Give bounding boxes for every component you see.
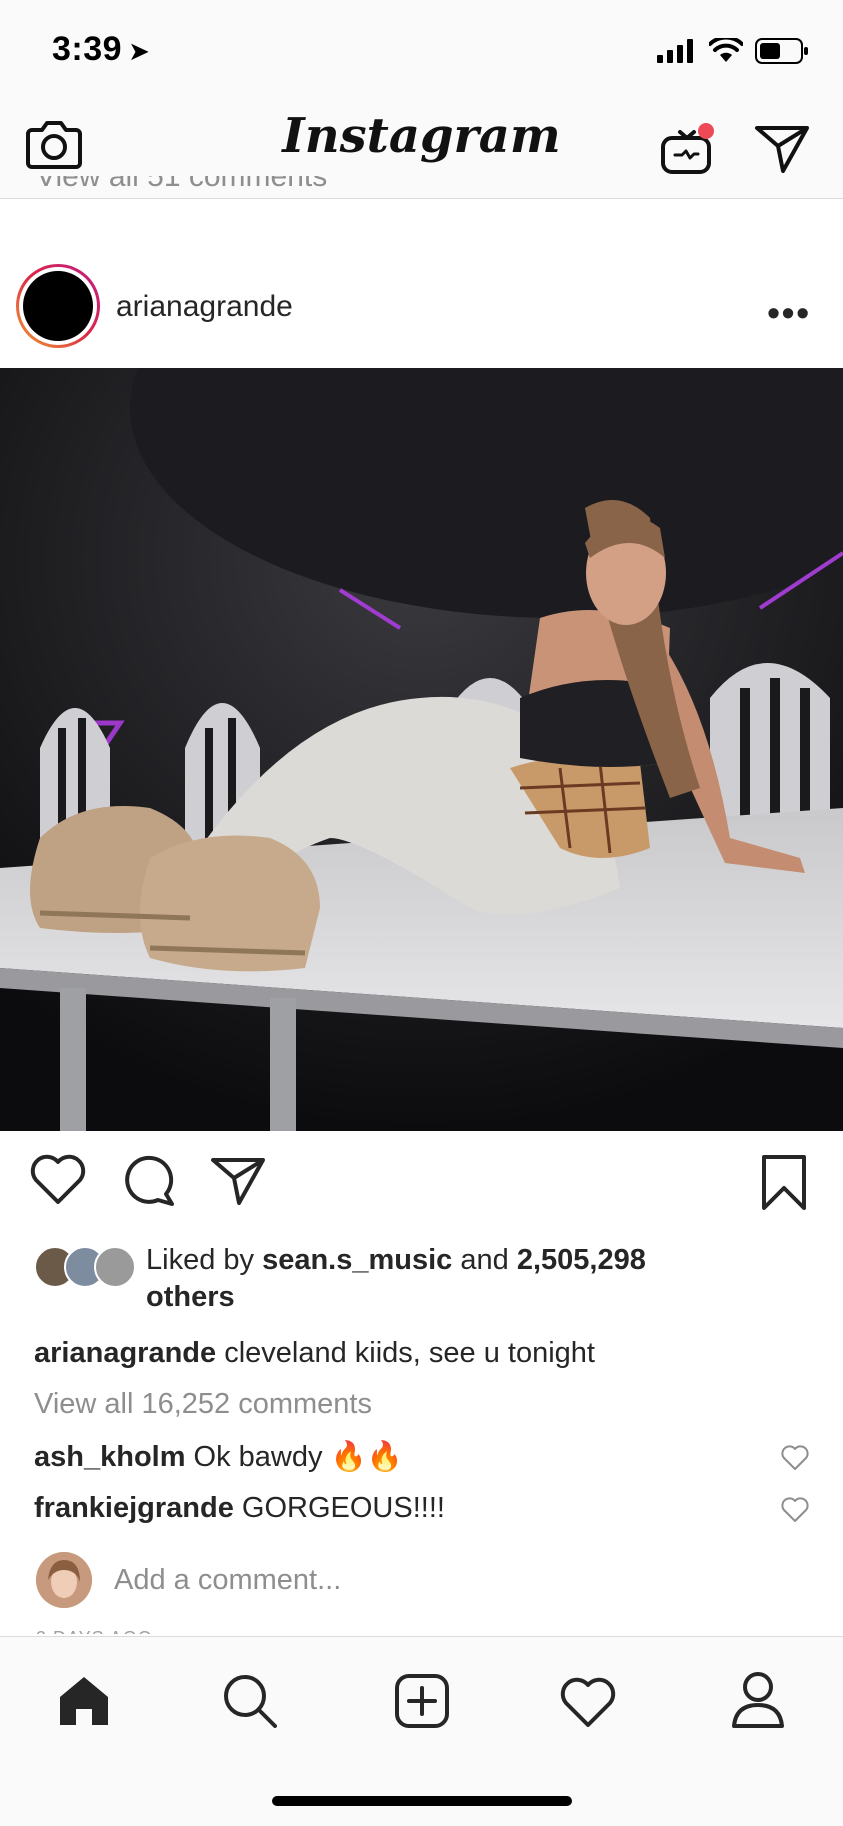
- location-arrow-icon: ➤: [128, 36, 151, 66]
- previous-post-view-comments[interactable]: View all 51 comments: [36, 176, 327, 212]
- more-options-icon[interactable]: •••: [767, 292, 811, 334]
- share-icon[interactable]: [210, 1156, 266, 1206]
- comment-row: frankiejgrande GORGEOUS!!!!: [34, 1492, 445, 1525]
- comment-icon[interactable]: [120, 1154, 176, 1208]
- clock-time: 3:39: [52, 30, 123, 68]
- battery-icon: [755, 38, 808, 64]
- likes-others[interactable]: others: [146, 1281, 235, 1313]
- comment-username[interactable]: ash_kholm: [34, 1441, 186, 1473]
- photo-illustration: [0, 368, 843, 1131]
- activity-heart-icon[interactable]: [560, 1677, 616, 1729]
- avatar: [94, 1246, 136, 1288]
- igtv-icon[interactable]: [660, 120, 716, 176]
- add-comment-input[interactable]: Add a comment...: [114, 1564, 341, 1597]
- add-post-icon[interactable]: [394, 1673, 450, 1729]
- comment-row: ash_kholm Ok bawdy 🔥🔥: [34, 1440, 403, 1474]
- heart-icon[interactable]: [30, 1154, 86, 1206]
- post-time-ago: 2 DAYS AGO: [36, 1628, 153, 1634]
- home-icon[interactable]: [56, 1673, 112, 1729]
- status-bar: 3:39 ➤: [0, 0, 843, 100]
- add-comment-row[interactable]: Add a comment...: [34, 1552, 814, 1612]
- caption-text: cleveland kiids, see u tonight: [216, 1337, 595, 1369]
- post-action-row: [0, 1154, 843, 1214]
- post-header: arianagrande •••: [0, 262, 843, 370]
- post-username[interactable]: arianagrande: [116, 290, 293, 324]
- wifi-icon: [709, 38, 743, 62]
- view-all-comments[interactable]: View all 16,252 comments: [34, 1388, 372, 1421]
- liker-avatars: [34, 1246, 144, 1290]
- post-photo[interactable]: [0, 368, 843, 1131]
- comment-like-heart-icon[interactable]: [781, 1445, 809, 1471]
- comment-like-heart-icon[interactable]: [781, 1497, 809, 1523]
- igtv-notification-dot: [698, 123, 714, 139]
- caption-username[interactable]: arianagrande: [34, 1337, 216, 1369]
- like-count[interactable]: 2,505,298: [517, 1244, 646, 1276]
- avatar: [36, 1552, 92, 1608]
- bottom-tab-bar: [0, 1636, 843, 1826]
- signal-icon: [657, 39, 693, 63]
- instagram-logo: Instagram: [282, 108, 561, 164]
- search-icon[interactable]: [222, 1673, 278, 1729]
- comment-username[interactable]: frankiejgrande: [34, 1492, 234, 1524]
- likes-text: Liked by sean.s_music and 2,505,298 other…: [146, 1244, 646, 1313]
- liker-username[interactable]: sean.s_music: [262, 1244, 452, 1276]
- avatar[interactable]: [16, 264, 100, 348]
- likes-summary[interactable]: Liked by sean.s_music and 2,505,298 other…: [34, 1242, 814, 1322]
- status-icons: [657, 38, 809, 64]
- profile-icon[interactable]: [730, 1671, 786, 1729]
- bookmark-icon[interactable]: [760, 1154, 808, 1212]
- post-caption: arianagrande cleveland kiids, see u toni…: [34, 1337, 595, 1370]
- status-time: 3:39 ➤: [52, 30, 150, 69]
- comment-text: Ok bawdy 🔥🔥: [185, 1441, 403, 1473]
- comment-text: GORGEOUS!!!!: [233, 1492, 445, 1524]
- home-indicator[interactable]: [272, 1796, 572, 1806]
- direct-message-icon[interactable]: [754, 124, 810, 174]
